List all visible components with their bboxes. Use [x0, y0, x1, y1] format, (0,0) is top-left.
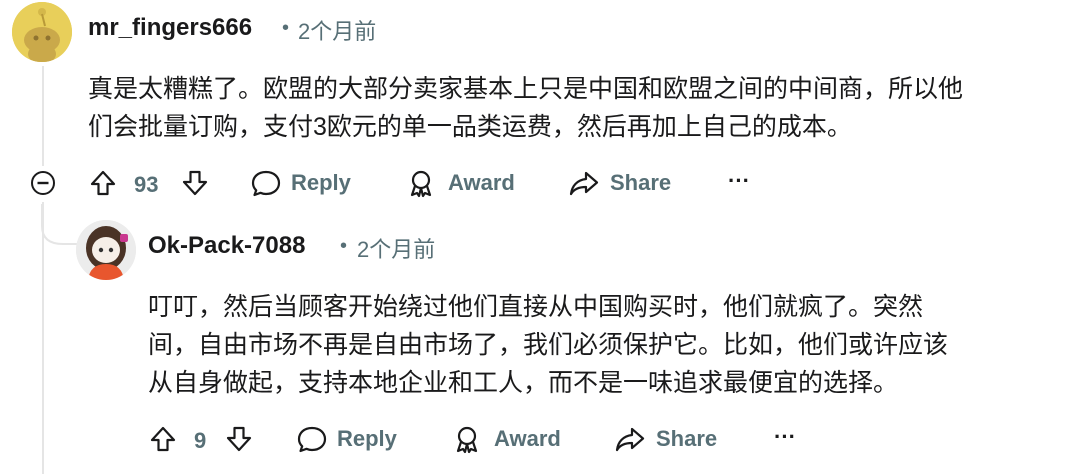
award-icon: [456, 426, 478, 454]
reply-button[interactable]: Reply: [296, 424, 397, 454]
comment-body: 叮叮，然后当顾客开始绕过他们直接从中国购买时，他们就疯了。突然 间，自由市场不再…: [148, 288, 1048, 402]
downvote-icon: [182, 170, 208, 196]
award-icon: [410, 170, 432, 198]
comment-body: 真是太糟糕了。欧盟的大部分卖家基本上只是中国和欧盟之间的中间商，所以他 们会批量…: [88, 70, 1048, 146]
comment-line: 们会批量订购，支付3欧元的单一品类运费，然后再加上自己的成本。: [88, 113, 852, 141]
comment-line: 间，自由市场不再是自由市场了，我们必须保护它。比如，他们或许应该: [148, 331, 949, 359]
reply-label: Reply: [337, 426, 397, 451]
more-button[interactable]: ···: [774, 424, 796, 450]
upvote-button[interactable]: [148, 424, 178, 454]
username[interactable]: Ok-Pack-7088: [148, 232, 305, 260]
reply-button[interactable]: Reply: [250, 168, 351, 198]
downvote-button[interactable]: [224, 424, 254, 454]
downvote-button[interactable]: [180, 168, 210, 198]
downvote-icon: [226, 426, 252, 452]
award-button[interactable]: Award: [452, 424, 561, 454]
award-label: Award: [494, 426, 561, 451]
share-button[interactable]: Share: [568, 168, 671, 198]
award-button[interactable]: Award: [406, 168, 515, 198]
upvote-icon: [90, 170, 116, 196]
avatar[interactable]: [76, 220, 136, 280]
more-icon: ···: [728, 168, 750, 193]
vote-count: 9: [194, 428, 207, 453]
vote-count: 93: [134, 172, 159, 197]
thread-connector: [41, 204, 79, 245]
reply-icon: [297, 426, 327, 453]
upvote-icon: [150, 426, 176, 452]
username[interactable]: mr_fingers666: [88, 14, 252, 42]
share-label: Share: [610, 170, 672, 195]
award-label: Award: [448, 170, 515, 195]
reply-icon: [251, 170, 281, 197]
comment-line: 从自身做起，支持本地企业和工人，而不是一味追求最便宜的选择。: [148, 369, 899, 397]
collapse-icon: [31, 171, 55, 195]
reply-label: Reply: [291, 170, 351, 195]
timestamp[interactable]: 2个月前: [357, 232, 435, 264]
meta-separator: •: [340, 235, 348, 257]
thread-line: [42, 66, 44, 166]
more-icon: ···: [774, 424, 796, 449]
timestamp[interactable]: 2个月前: [298, 14, 376, 46]
share-icon: [615, 427, 645, 452]
share-icon: [569, 171, 599, 196]
share-label: Share: [656, 426, 718, 451]
upvote-button[interactable]: [88, 168, 118, 198]
comment-line: 真是太糟糕了。欧盟的大部分卖家基本上只是中国和欧盟之间的中间商，所以他: [88, 75, 964, 103]
meta-separator: •: [282, 17, 290, 39]
collapse-button[interactable]: [30, 170, 56, 196]
more-button[interactable]: ···: [728, 168, 750, 194]
comment-line: 叮叮，然后当顾客开始绕过他们直接从中国购买时，他们就疯了。突然: [148, 293, 924, 321]
share-button[interactable]: Share: [614, 424, 717, 454]
avatar[interactable]: [12, 2, 72, 62]
